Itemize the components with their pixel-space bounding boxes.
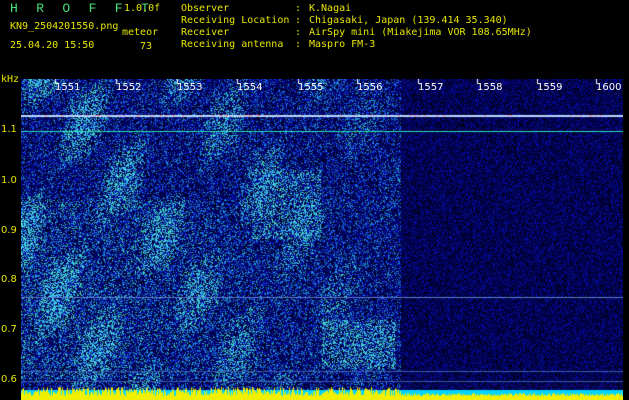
info-row-location: Receiving Location: Chigasaki, Japan (139… [181,15,508,26]
info-value: K.Nagai [309,3,352,14]
x-tick-label: 1556 [357,82,383,93]
x-tick-label: 1557 [418,82,444,93]
y-axis-unit: kHz [1,74,20,85]
x-tick-label: 1553 [177,82,203,93]
info-key: Receiving Location [181,15,290,26]
meteor-count: 73 [140,41,153,52]
meteor-label: meteor [122,27,159,38]
info-value: Chigasaki, Japan (139.414 35.340) [309,15,508,26]
y-tick-label: 0.8 [1,274,17,285]
info-value: AirSpy mini (Miakejima VOR 108.65MHz) [309,27,532,38]
y-tick-label: 0.7 [1,324,17,335]
info-key: Receiver [181,27,230,38]
info-value: Maspro FM-3 [309,39,376,50]
x-tick-label: 1558 [477,82,503,93]
y-tick-label: 0.6 [1,374,17,385]
x-tick-label: 1555 [298,82,324,93]
x-tick-label: 1559 [537,82,563,93]
y-tick-label: 1.1 [1,124,17,135]
y-tick-label: 0.9 [1,225,17,236]
info-key: Receiving antenna [181,39,284,50]
x-tick-label: 1554 [237,82,263,93]
x-tick-label: 1551 [55,82,81,93]
info-row-antenna: Receiving antenna: Maspro FM-3 [181,39,376,50]
info-key: Observer [181,3,230,14]
info-row-receiver: Receiver: AirSpy mini (Miakejima VOR 108.… [181,27,532,38]
x-tick-label: 1600 [596,82,622,93]
info-row-observer: Observer: K.Nagai [181,3,352,14]
version-label: 1.0.0f [124,3,161,14]
y-tick-label: 1.0 [1,175,17,186]
spectrogram-canvas [21,79,623,400]
file-name: KN9_2504201550.png [10,21,119,32]
date-time: 25.04.20 15:50 [10,40,95,51]
x-tick-label: 1552 [116,82,142,93]
